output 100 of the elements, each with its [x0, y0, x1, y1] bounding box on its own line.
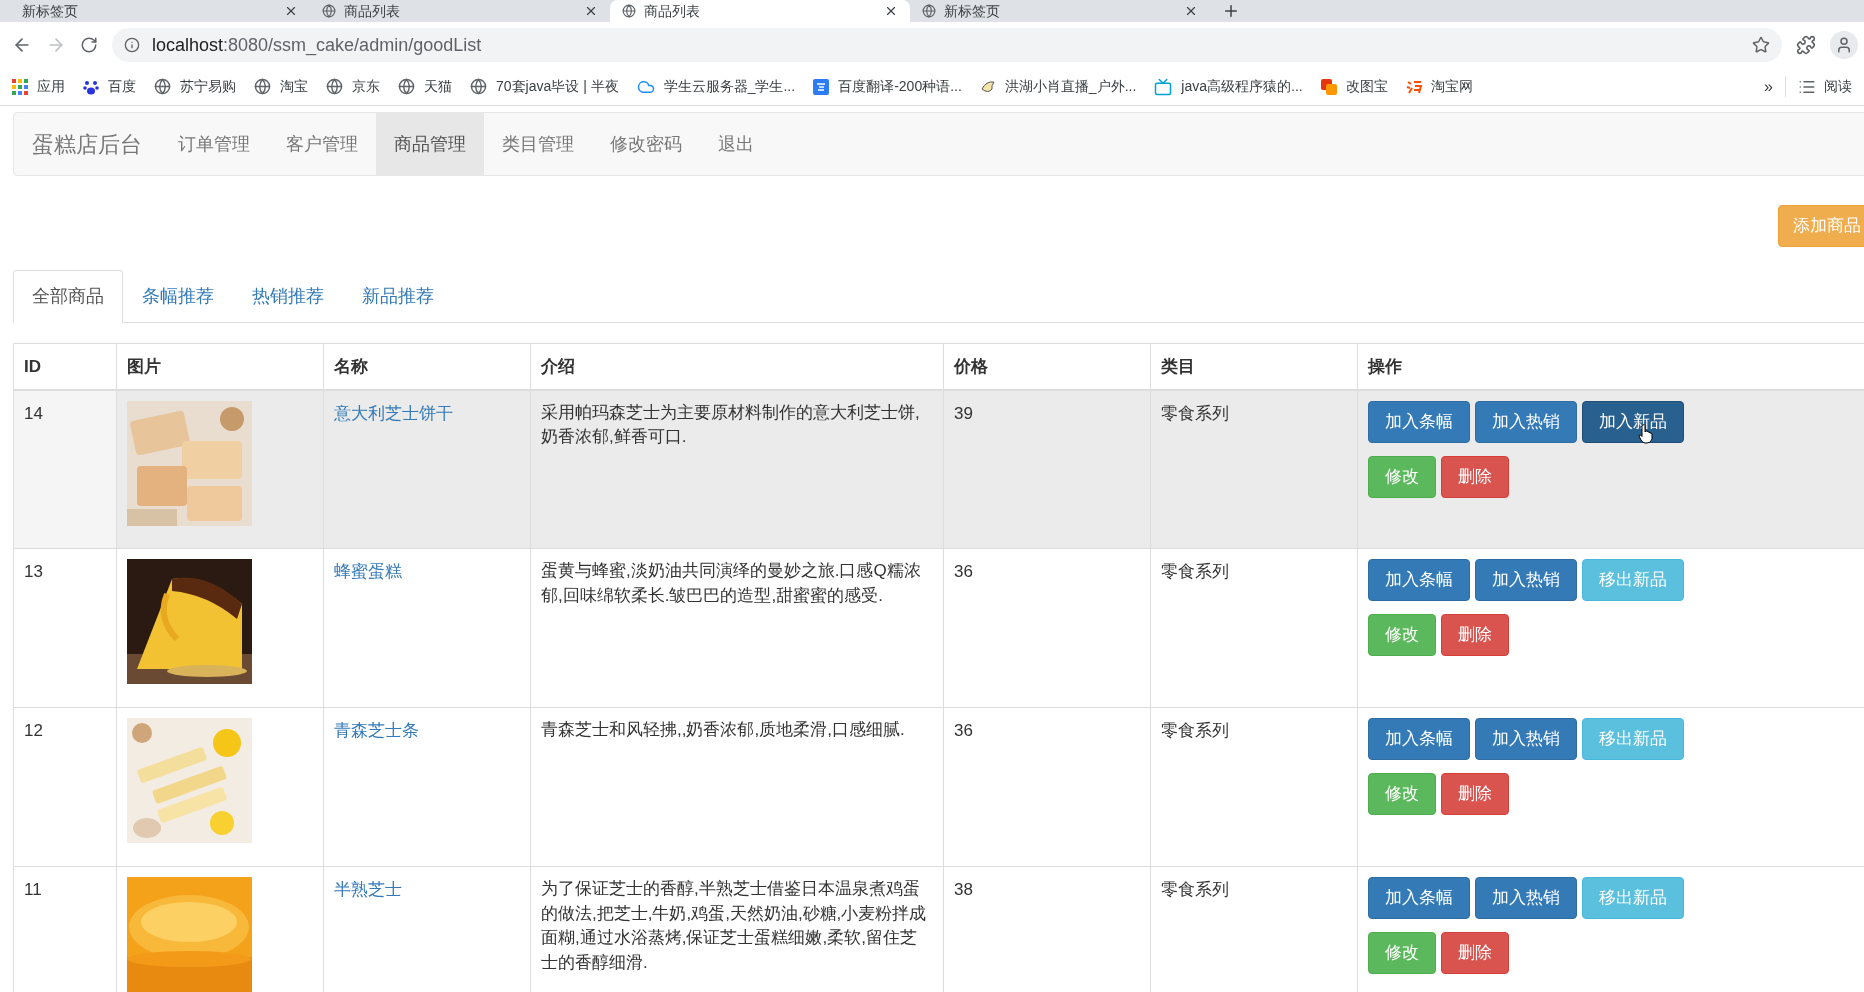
browser-tab[interactable]: 商品列表	[610, 0, 910, 22]
browser-tab[interactable]: 新标签页	[10, 0, 310, 22]
address-bar[interactable]: localhost:8080/ssm_cake/admin/goodList	[112, 28, 1782, 62]
browser-tab[interactable]: 商品列表	[310, 0, 610, 22]
close-icon[interactable]	[1184, 4, 1198, 18]
action-button[interactable]: 加入热销	[1475, 877, 1577, 919]
action-button[interactable]: 加入热销	[1475, 400, 1577, 443]
action-button[interactable]: 加入条幅	[1368, 718, 1470, 760]
bookmark[interactable]: 苏宁易购	[154, 76, 236, 97]
globe-icon	[398, 78, 415, 95]
tab-title: 新标签页	[944, 4, 1001, 18]
action-button[interactable]: 删除	[1441, 932, 1509, 974]
action-button[interactable]: 加入热销	[1475, 718, 1577, 760]
bookmark[interactable]: java高级程序猿的...	[1154, 76, 1303, 97]
product-name-link[interactable]: 蜂蜜蛋糕	[334, 562, 402, 581]
filter-tab[interactable]: 热销推荐	[233, 270, 343, 323]
nav-item[interactable]: 退出	[700, 113, 772, 175]
bookmark[interactable]: 百度翻译-200种语...	[813, 76, 962, 97]
id-cell: 12	[24, 721, 43, 740]
column-header: 类目	[1150, 343, 1358, 390]
more-bookmarks[interactable]: »	[1764, 74, 1773, 99]
id-cell: 14	[24, 403, 43, 423]
action-button[interactable]: 加入条幅	[1368, 559, 1470, 601]
id-cell: 11	[24, 880, 42, 899]
product-name-link[interactable]: 半熟芝士	[334, 880, 402, 899]
product-name-link[interactable]: 意大利芝士饼干	[334, 403, 453, 423]
action-button[interactable]: 加入条幅	[1368, 877, 1470, 919]
action-button[interactable]: 加入热销	[1475, 559, 1577, 601]
nav-item[interactable]: 类目管理	[484, 113, 592, 175]
description-cell: 采用帕玛森芝士为主要原材料制作的意大利芝士饼,奶香浓郁,鲜香可口.	[541, 402, 920, 447]
nav-item[interactable]: 订单管理	[160, 113, 268, 175]
category-cell: 零食系列	[1161, 403, 1229, 423]
action-button[interactable]: 删除	[1441, 773, 1509, 815]
profile-avatar[interactable]	[1830, 31, 1858, 59]
globe-icon	[326, 78, 343, 95]
globe-icon	[622, 4, 636, 18]
bookmark[interactable]: 百度	[83, 76, 136, 97]
globe-icon	[254, 78, 271, 95]
bookmark[interactable]: 天猫	[398, 76, 452, 97]
column-header: 图片	[116, 343, 324, 390]
price-cell: 36	[954, 562, 973, 581]
bookmark[interactable]: 学生云服务器_学生...	[636, 76, 796, 97]
url-text: localhost:8080/ssm_cake/admin/goodList	[152, 33, 483, 58]
close-icon[interactable]	[284, 4, 298, 18]
tab-title: 商品列表	[644, 4, 701, 18]
globe-icon	[322, 4, 336, 18]
close-icon[interactable]	[884, 4, 898, 18]
filter-tab[interactable]: 全部商品	[13, 270, 123, 323]
id-cell: 13	[24, 562, 43, 581]
column-header: 价格	[943, 343, 1151, 390]
bookmark[interactable]: 应用	[12, 76, 65, 97]
description-cell: 蛋黄与蜂蜜,淡奶油共同演绎的曼妙之旅.口感Q糯浓郁,回味绵软柔长.皱巴巴的造型,甜蜜蜜的感受.	[541, 561, 921, 605]
bookmark[interactable]: 70套java毕设 | 半夜	[470, 76, 619, 97]
column-header: 名称	[323, 343, 531, 390]
nav-item[interactable]: 商品管理	[376, 113, 484, 175]
bookmark[interactable]: 改图宝	[1320, 76, 1388, 97]
nav-item[interactable]: 修改密码	[592, 113, 700, 175]
paw-icon	[83, 78, 99, 95]
globe-icon	[154, 78, 171, 95]
price-cell: 36	[954, 721, 973, 740]
action-button[interactable]: 修改	[1368, 932, 1436, 974]
bookmark[interactable]: 淘宝	[254, 76, 308, 97]
column-header: 介绍	[530, 343, 944, 390]
nav-item[interactable]: 客户管理	[268, 113, 376, 175]
action-button[interactable]: 加入条幅	[1368, 400, 1470, 443]
close-icon[interactable]	[584, 4, 598, 18]
apps-grid-icon	[12, 78, 28, 95]
reading-list[interactable]: 阅读	[1824, 76, 1852, 97]
new-tab-icon[interactable]	[1222, 2, 1240, 20]
column-header: ID	[13, 343, 117, 390]
price-cell: 39	[954, 403, 973, 423]
bookmark-star-icon[interactable]	[1752, 36, 1770, 54]
action-button[interactable]: 删除	[1441, 455, 1509, 498]
tab-title: 新标签页	[22, 4, 79, 18]
action-button[interactable]: 修改	[1368, 773, 1436, 815]
squares-icon	[1320, 78, 1337, 95]
action-button[interactable]: 修改	[1368, 614, 1436, 656]
category-cell: 零食系列	[1161, 721, 1229, 740]
info-icon	[124, 37, 140, 53]
bookmark[interactable]: 淘宝网	[1405, 76, 1473, 97]
category-cell: 零食系列	[1161, 562, 1229, 581]
brand[interactable]: 蛋糕店后台	[14, 113, 160, 175]
category-cell: 零食系列	[1161, 880, 1229, 899]
tv-icon	[1154, 77, 1173, 96]
action-button[interactable]: 删除	[1441, 614, 1509, 656]
product-name-link[interactable]: 青森芝士条	[334, 721, 419, 740]
column-header: 操作	[1357, 343, 1864, 390]
bookmark[interactable]: 京东	[326, 76, 380, 97]
extensions-icon[interactable]	[1796, 35, 1816, 55]
filter-tab[interactable]: 新品推荐	[343, 270, 453, 323]
description-cell: 青森芝士和风轻拂,,奶香浓郁,质地柔滑,口感细腻.	[541, 720, 905, 739]
bookmark[interactable]: 洪湖小肖直播_户外...	[979, 76, 1137, 97]
price-cell: 38	[954, 880, 973, 899]
action-button[interactable]: 加入新品	[1582, 400, 1684, 443]
filter-tab[interactable]: 条幅推荐	[123, 270, 233, 323]
tab-title: 商品列表	[344, 4, 401, 18]
action-button[interactable]: 修改	[1368, 455, 1436, 498]
reload-icon[interactable]	[80, 36, 98, 54]
globe-icon	[922, 4, 936, 18]
browser-tab[interactable]: 新标签页	[910, 0, 1210, 22]
